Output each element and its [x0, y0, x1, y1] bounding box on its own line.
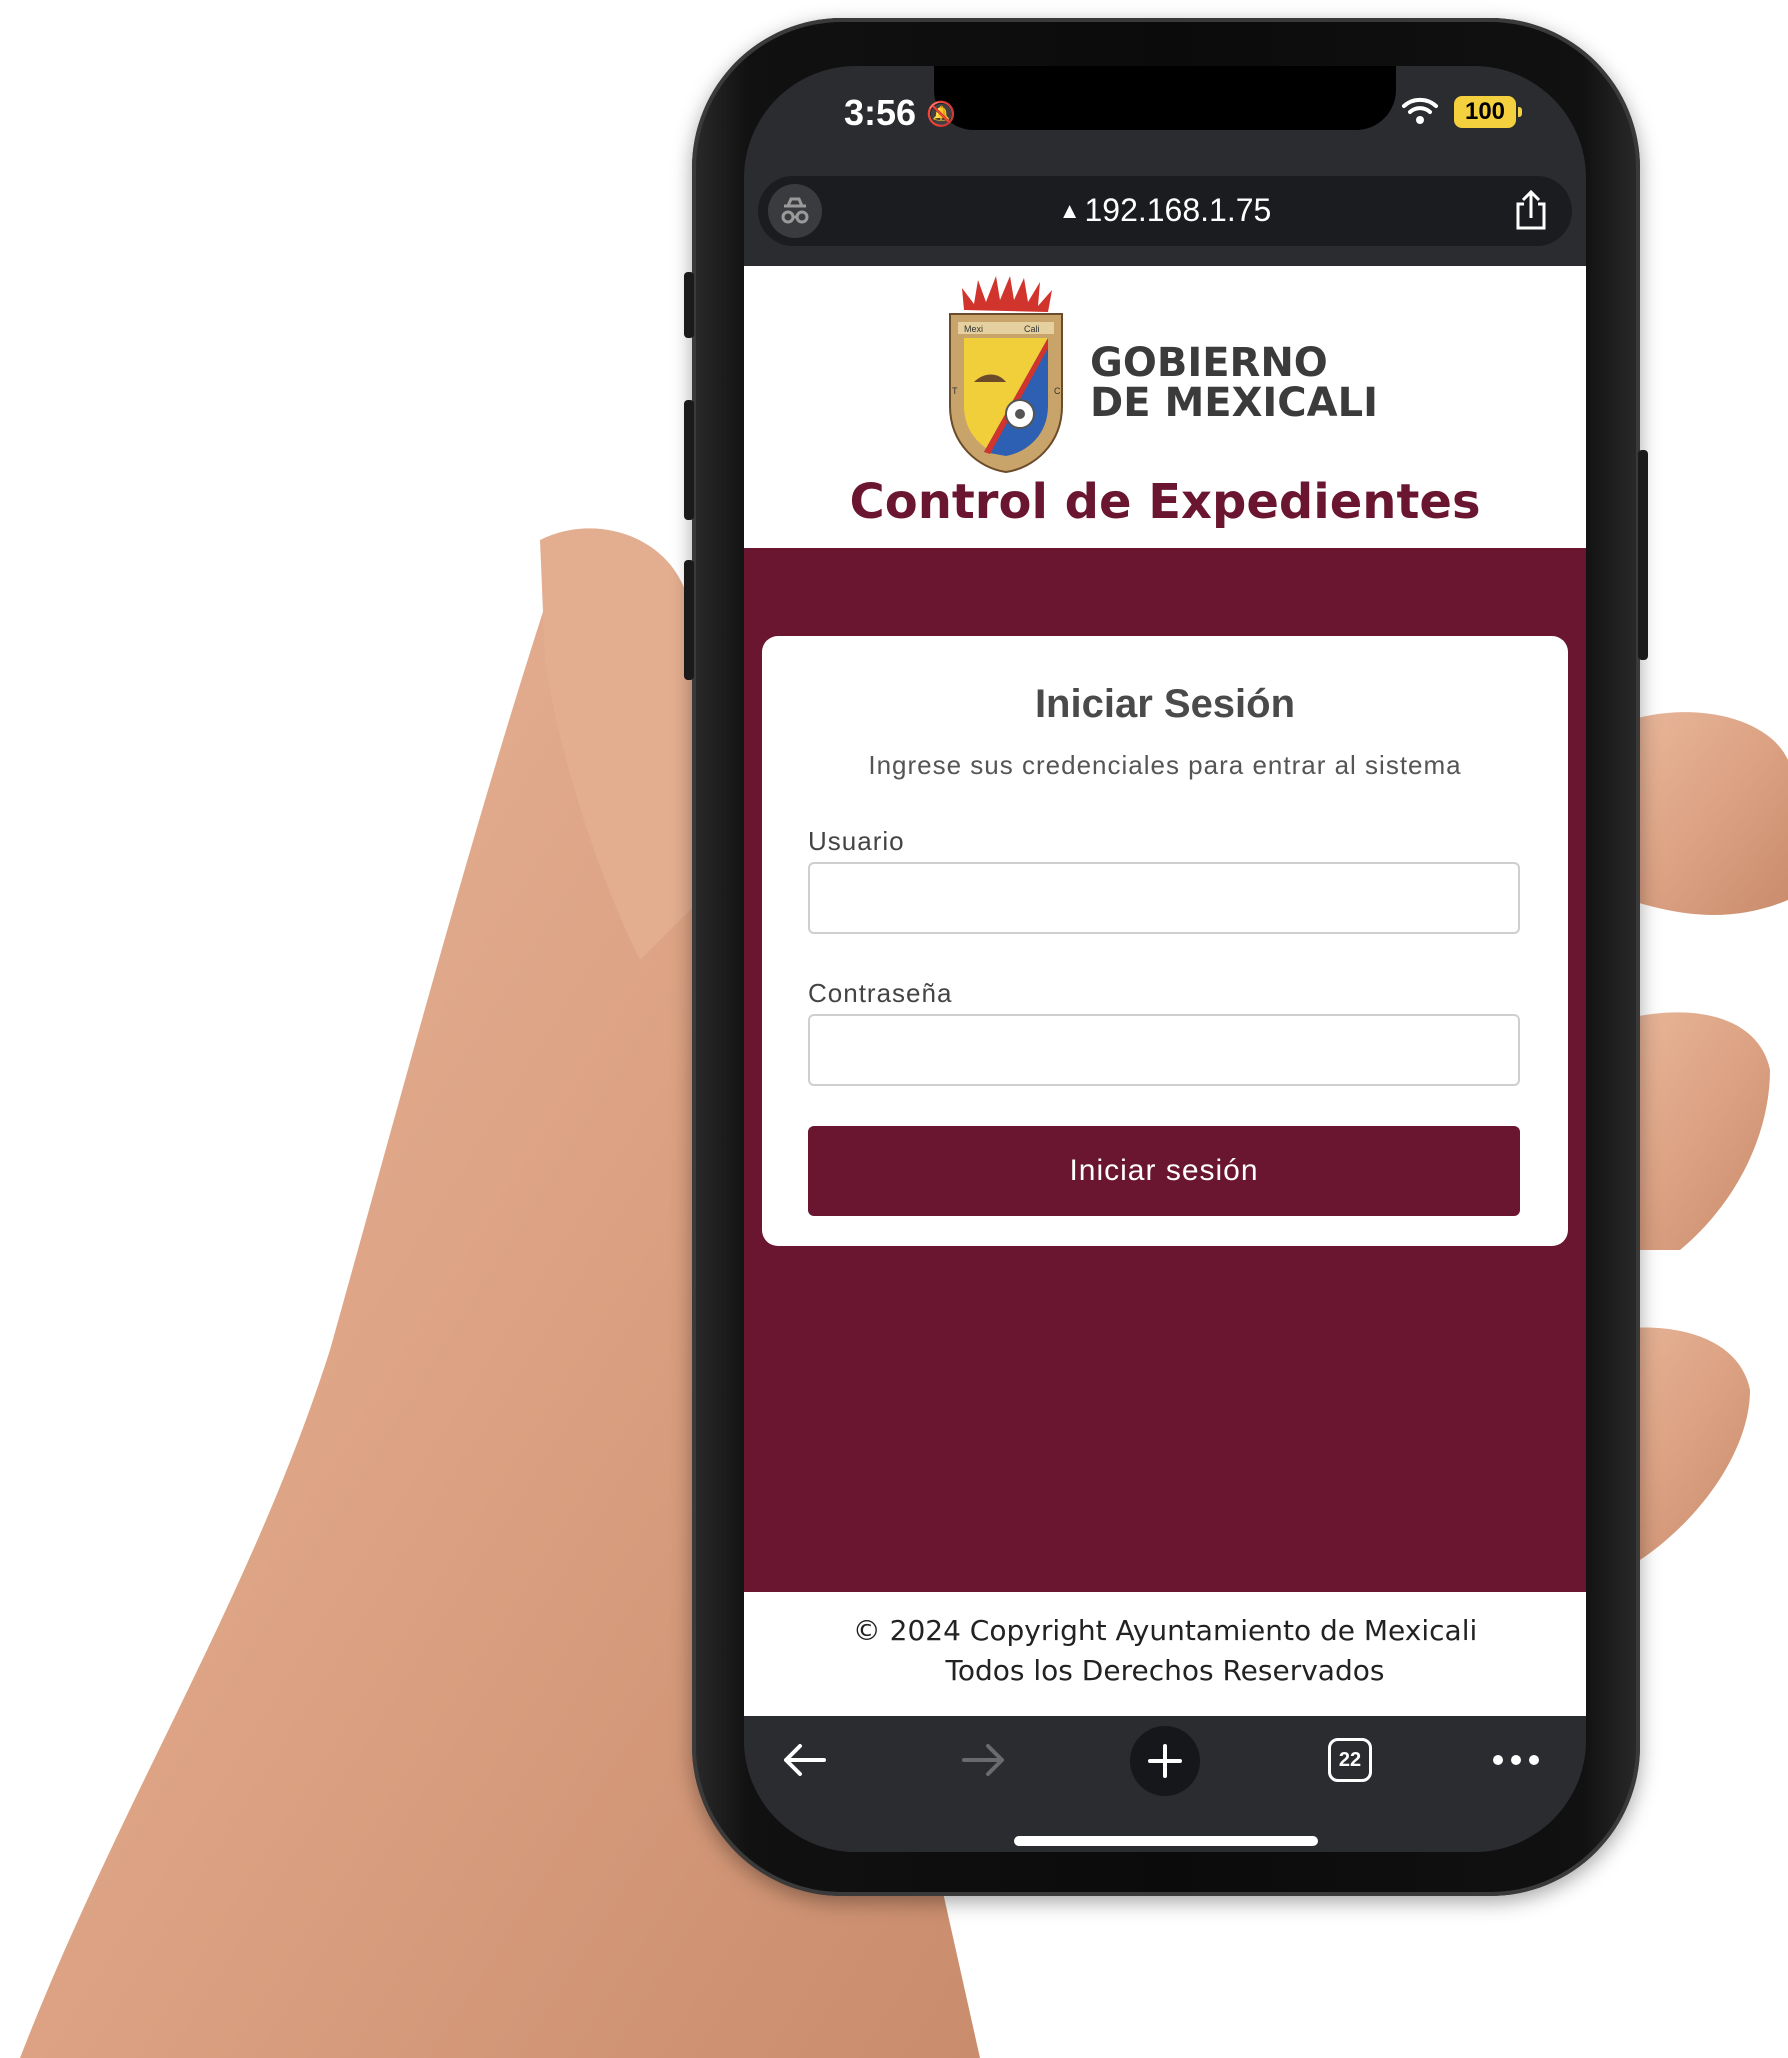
login-title: Iniciar Sesión [1034, 682, 1296, 726]
password-input[interactable] [808, 1014, 1520, 1086]
browser-toolbar: 22 [744, 1716, 1586, 1852]
power-button [1638, 450, 1648, 660]
site-header: Mexi Cali T C GOBIERNO DE MEXICALI Contr… [744, 266, 1586, 548]
back-button[interactable] [774, 1730, 834, 1790]
new-tab-button[interactable] [1130, 1726, 1200, 1796]
wifi-icon [1402, 97, 1438, 124]
share-icon[interactable] [1514, 188, 1548, 237]
web-page: Mexi Cali T C GOBIERNO DE MEXICALI Contr… [744, 266, 1586, 1716]
volume-down-button [684, 560, 694, 680]
silent-switch [684, 272, 694, 338]
url-text: 192.168.1.75 [1084, 192, 1272, 228]
rights-text: Todos los Derechos Reservados [945, 1654, 1385, 1687]
arrow-left-icon [784, 1744, 826, 1776]
mexicali-crest-logo: Mexi Cali T C [949, 276, 1063, 474]
app-title: Control de Expedientes [849, 474, 1481, 530]
forward-button[interactable] [954, 1730, 1014, 1790]
tab-count: 22 [1338, 1748, 1362, 1771]
arrow-right-icon [962, 1744, 1004, 1776]
username-input[interactable] [808, 862, 1520, 934]
battery-indicator: 100 [1454, 96, 1522, 128]
warning-icon: ▲ [1058, 198, 1081, 223]
svg-text:C: C [1054, 386, 1061, 396]
username-label: Usuario [808, 826, 905, 856]
volume-up-button [684, 400, 694, 520]
svg-text:Cali: Cali [1024, 324, 1040, 334]
more-dots-icon [1493, 1755, 1539, 1765]
copyright-text: © 2024 Copyright Ayuntamiento de Mexical… [852, 1614, 1478, 1647]
silent-bell-icon: 🔕 [926, 101, 956, 128]
status-time: 3:56 [844, 92, 917, 133]
password-label: Contraseña [808, 978, 953, 1008]
svg-text:T: T [952, 386, 958, 396]
more-menu-button[interactable] [1486, 1730, 1546, 1790]
tab-count-badge: 22 [1328, 1738, 1372, 1782]
org-name-line2: DE MEXICALI [1090, 380, 1378, 426]
url-display[interactable]: ▲ 192.168.1.75 [758, 192, 1572, 229]
tabs-button[interactable]: 22 [1320, 1730, 1380, 1790]
notch [934, 66, 1396, 130]
login-card: Iniciar Sesión Ingrese sus credenciales … [762, 636, 1568, 1246]
site-footer: © 2024 Copyright Ayuntamiento de Mexical… [744, 1592, 1586, 1716]
login-section: Iniciar Sesión Ingrese sus credenciales … [744, 548, 1586, 1592]
plus-icon [1148, 1744, 1182, 1778]
svg-text:Mexi: Mexi [964, 324, 983, 334]
address-bar[interactable]: ▲ 192.168.1.75 [758, 176, 1572, 246]
login-subtitle: Ingrese sus credenciales para entrar al … [868, 750, 1462, 780]
phone-screen: 3:56 🔕 100 ▲ 192.168.1.75 Mexi Cali T C … [744, 66, 1586, 1852]
home-indicator [1014, 1836, 1318, 1846]
login-button[interactable]: Iniciar sesión [808, 1126, 1520, 1216]
